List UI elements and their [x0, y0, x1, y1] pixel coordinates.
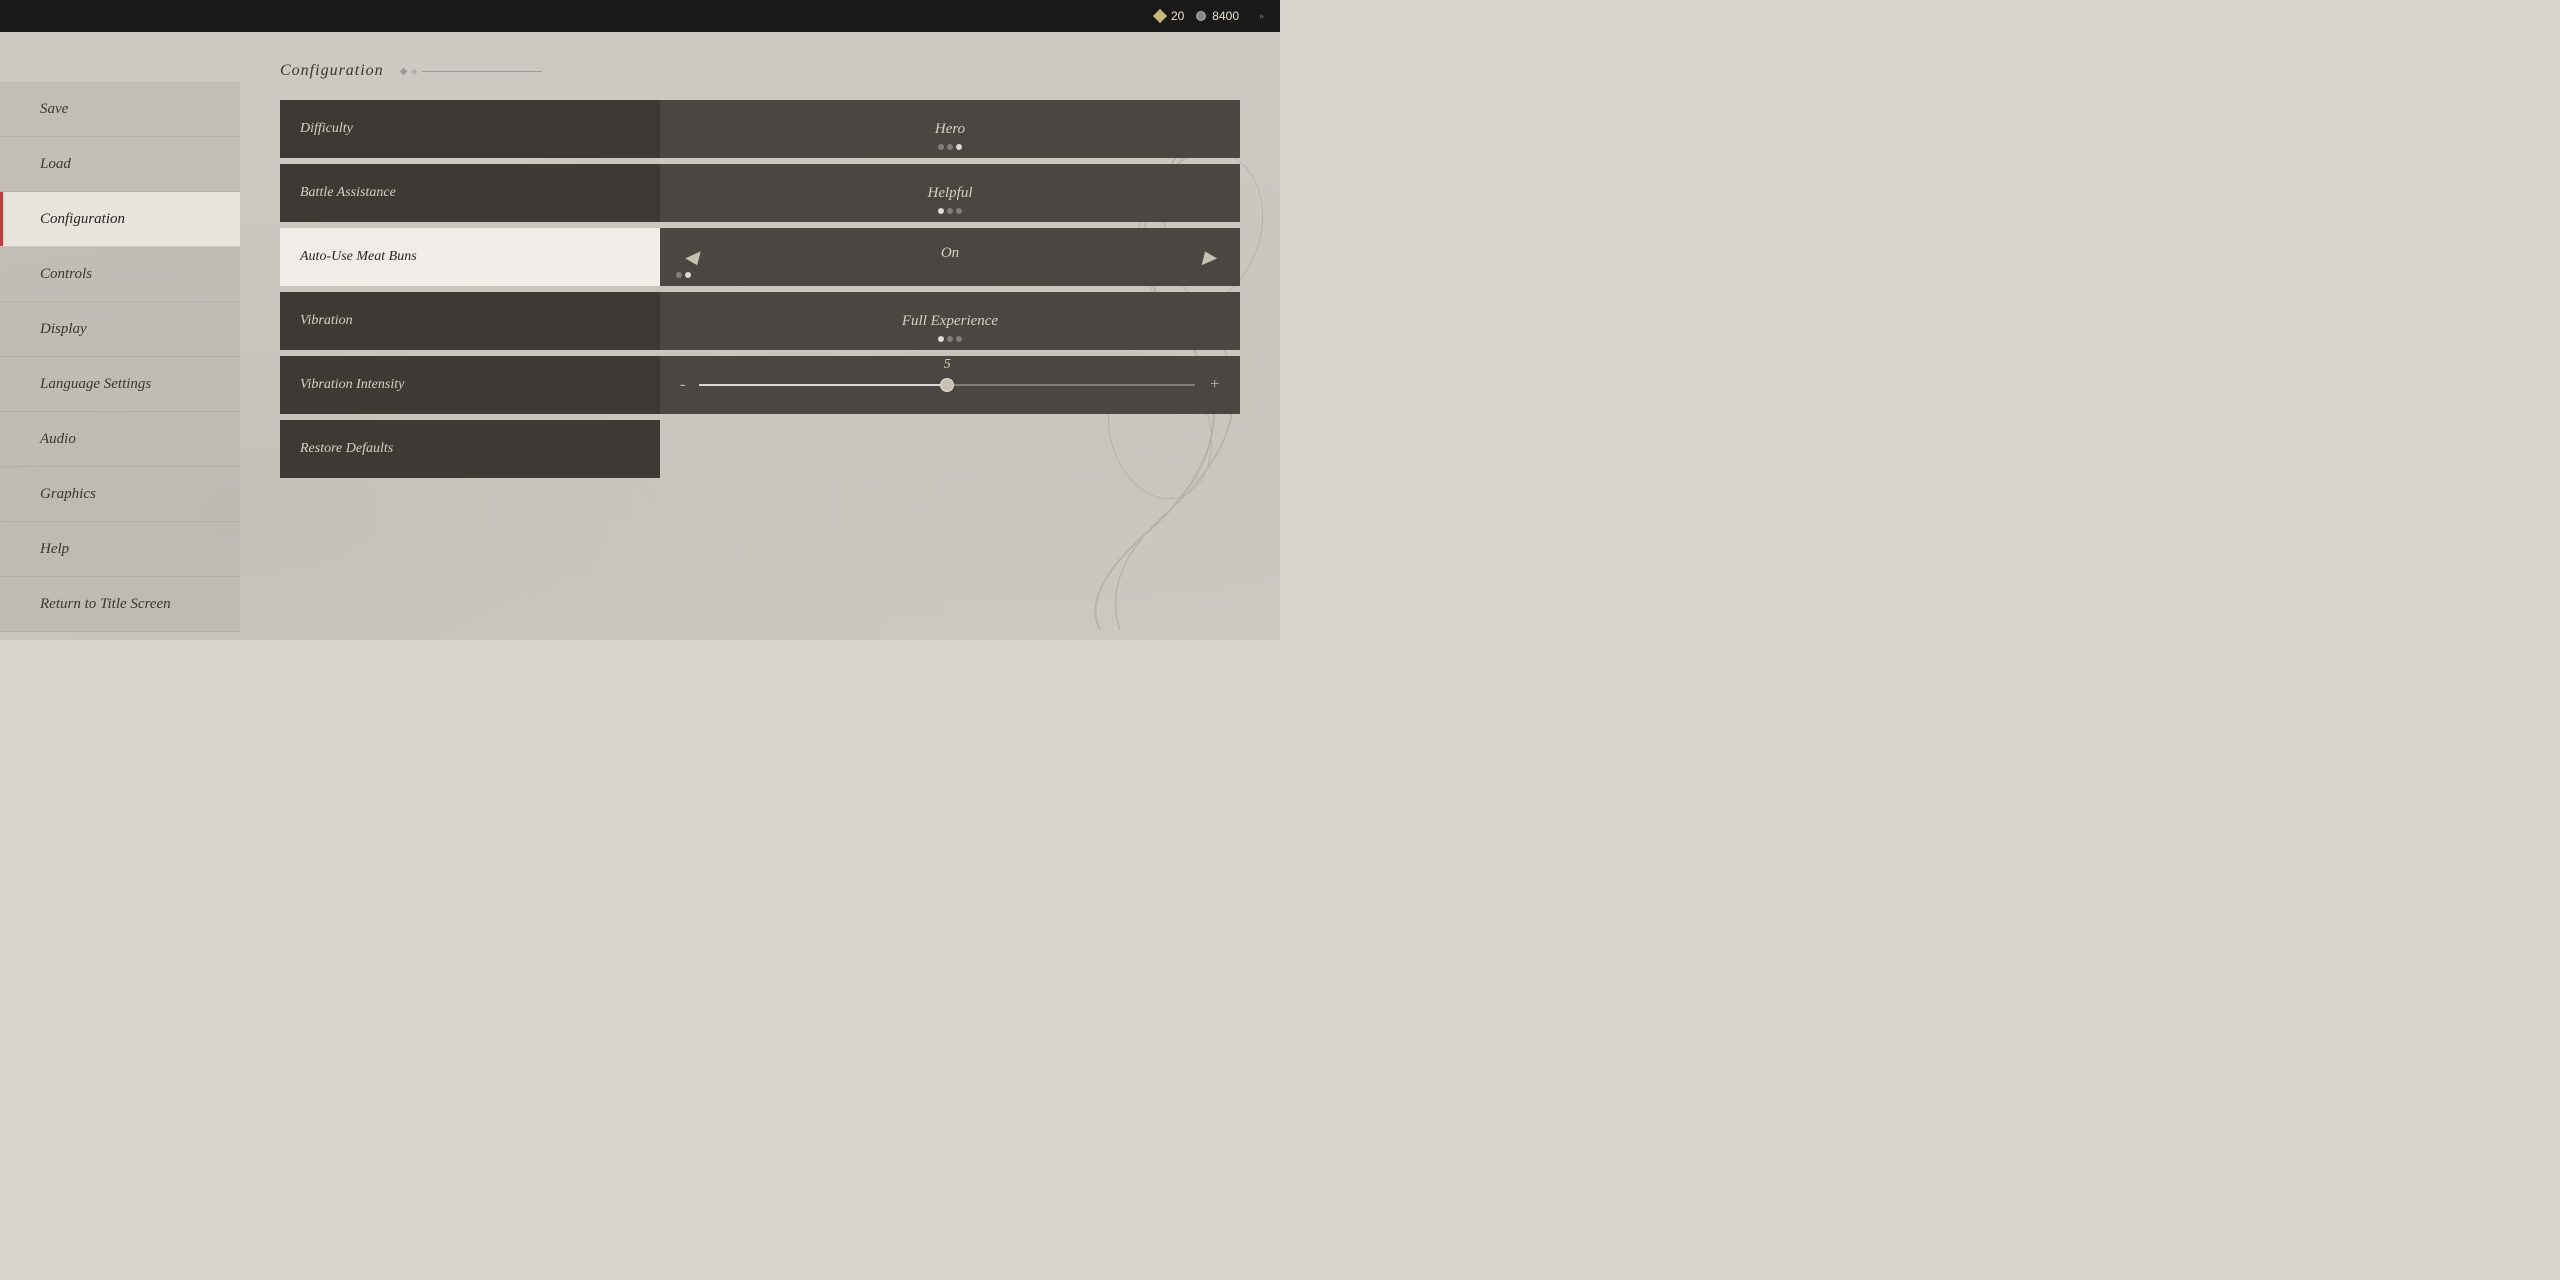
dot-active — [956, 144, 962, 150]
sidebar-item-save[interactable]: Save — [0, 82, 240, 137]
vibration-intensity-label: Vibration Intensity — [280, 356, 660, 414]
sidebar-label-controls: Controls — [40, 266, 92, 283]
sidebar-label-graphics: Graphics — [40, 486, 96, 503]
sidebar-item-configuration[interactable]: Configuration — [0, 192, 240, 247]
dot — [947, 144, 953, 150]
deco-diamond-left: ◆ — [400, 66, 408, 77]
dot — [956, 208, 962, 214]
setting-row-difficulty: Difficulty Hero — [280, 100, 1240, 158]
difficulty-label: Difficulty — [280, 100, 660, 158]
deco-diamond-center: ◆ — [411, 67, 417, 76]
expand-icon: » — [1259, 11, 1264, 22]
sidebar-label-return-to-title: Return to Title Screen — [40, 596, 171, 613]
setting-row-restore-defaults: Restore Defaults — [280, 420, 1240, 478]
sidebar-label-save: Save — [40, 101, 68, 118]
dot — [947, 208, 953, 214]
sidebar-label-load: Load — [40, 156, 71, 173]
sidebar-item-help[interactable]: Help — [0, 522, 240, 577]
sidebar-item-audio[interactable]: Audio — [0, 412, 240, 467]
setting-row-battle-assistance: Battle Assistance Helpful — [280, 164, 1240, 222]
dot-active — [685, 272, 691, 278]
title-decoration: ◆ ◆ — [400, 66, 542, 77]
sidebar-label-language-settings: Language Settings — [40, 376, 151, 393]
slider-minus-button[interactable]: - — [676, 374, 689, 396]
vibration-value[interactable]: Full Experience — [660, 292, 1240, 350]
sidebar-label-configuration: Configuration — [40, 211, 125, 228]
sidebar-item-display[interactable]: Display — [0, 302, 240, 357]
circle-icon — [1196, 11, 1206, 21]
setting-row-vibration: Vibration Full Experience — [280, 292, 1240, 350]
arrow-left-button[interactable]: ◀ — [676, 243, 706, 272]
dot — [938, 144, 944, 150]
slider-fill — [699, 384, 947, 386]
slider-container: - 5 + — [660, 374, 1240, 396]
dot — [956, 336, 962, 342]
circle-count: 8400 — [1212, 9, 1239, 23]
setting-row-vibration-intensity: Vibration Intensity - 5 + — [280, 356, 1240, 414]
sidebar-label-display: Display — [40, 321, 87, 338]
dot — [947, 336, 953, 342]
slider-track[interactable]: 5 — [699, 384, 1195, 386]
sidebar-label-audio: Audio — [40, 431, 76, 448]
sidebar-item-graphics[interactable]: Graphics — [0, 467, 240, 522]
diamond-icon — [1153, 9, 1167, 23]
vibration-dots — [938, 336, 962, 342]
currency-circle: 8400 — [1196, 9, 1239, 23]
battle-assistance-dots — [938, 208, 962, 214]
sidebar-item-return-to-title[interactable]: Return to Title Screen — [0, 577, 240, 632]
battle-assistance-label: Battle Assistance — [280, 164, 660, 222]
battle-assistance-value[interactable]: Helpful — [660, 164, 1240, 222]
setting-row-auto-use-meat-buns: Auto-Use Meat Buns ◀ On ▶ — [280, 228, 1240, 286]
restore-defaults-label[interactable]: Restore Defaults — [280, 420, 660, 478]
slider-value-label: 5 — [944, 357, 951, 373]
main-content: Configuration ◆ ◆ Difficulty Hero — [240, 32, 1280, 640]
settings-container: Difficulty Hero Battle Assistance Helpfu… — [280, 100, 1240, 478]
sidebar-item-controls[interactable]: Controls — [0, 247, 240, 302]
page-title-area: Configuration ◆ ◆ — [280, 62, 1240, 80]
slider-thumb[interactable]: 5 — [940, 378, 954, 392]
sidebar-label-help: Help — [40, 541, 69, 558]
diamond-count: 20 — [1171, 9, 1184, 23]
difficulty-dots — [938, 144, 962, 150]
vibration-label: Vibration — [280, 292, 660, 350]
page-title: Configuration — [280, 62, 384, 80]
sidebar: Save Load Configuration Controls Display… — [0, 32, 240, 640]
auto-use-dots — [676, 272, 691, 278]
currency-diamond: 20 — [1155, 9, 1184, 23]
top-bar: 20 8400 » — [0, 0, 1280, 32]
dot-active — [938, 208, 944, 214]
vibration-intensity-value[interactable]: - 5 + — [660, 356, 1240, 414]
title-line — [422, 71, 542, 72]
arrow-right-button[interactable]: ▶ — [1194, 243, 1224, 272]
sidebar-item-language-settings[interactable]: Language Settings — [0, 357, 240, 412]
sidebar-item-load[interactable]: Load — [0, 137, 240, 192]
slider-plus-button[interactable]: + — [1205, 374, 1224, 396]
difficulty-value[interactable]: Hero — [660, 100, 1240, 158]
auto-use-meat-buns-label: Auto-Use Meat Buns — [280, 228, 660, 286]
dot-active — [938, 336, 944, 342]
dot — [676, 272, 682, 278]
auto-use-meat-buns-value[interactable]: ◀ On ▶ — [660, 228, 1240, 286]
